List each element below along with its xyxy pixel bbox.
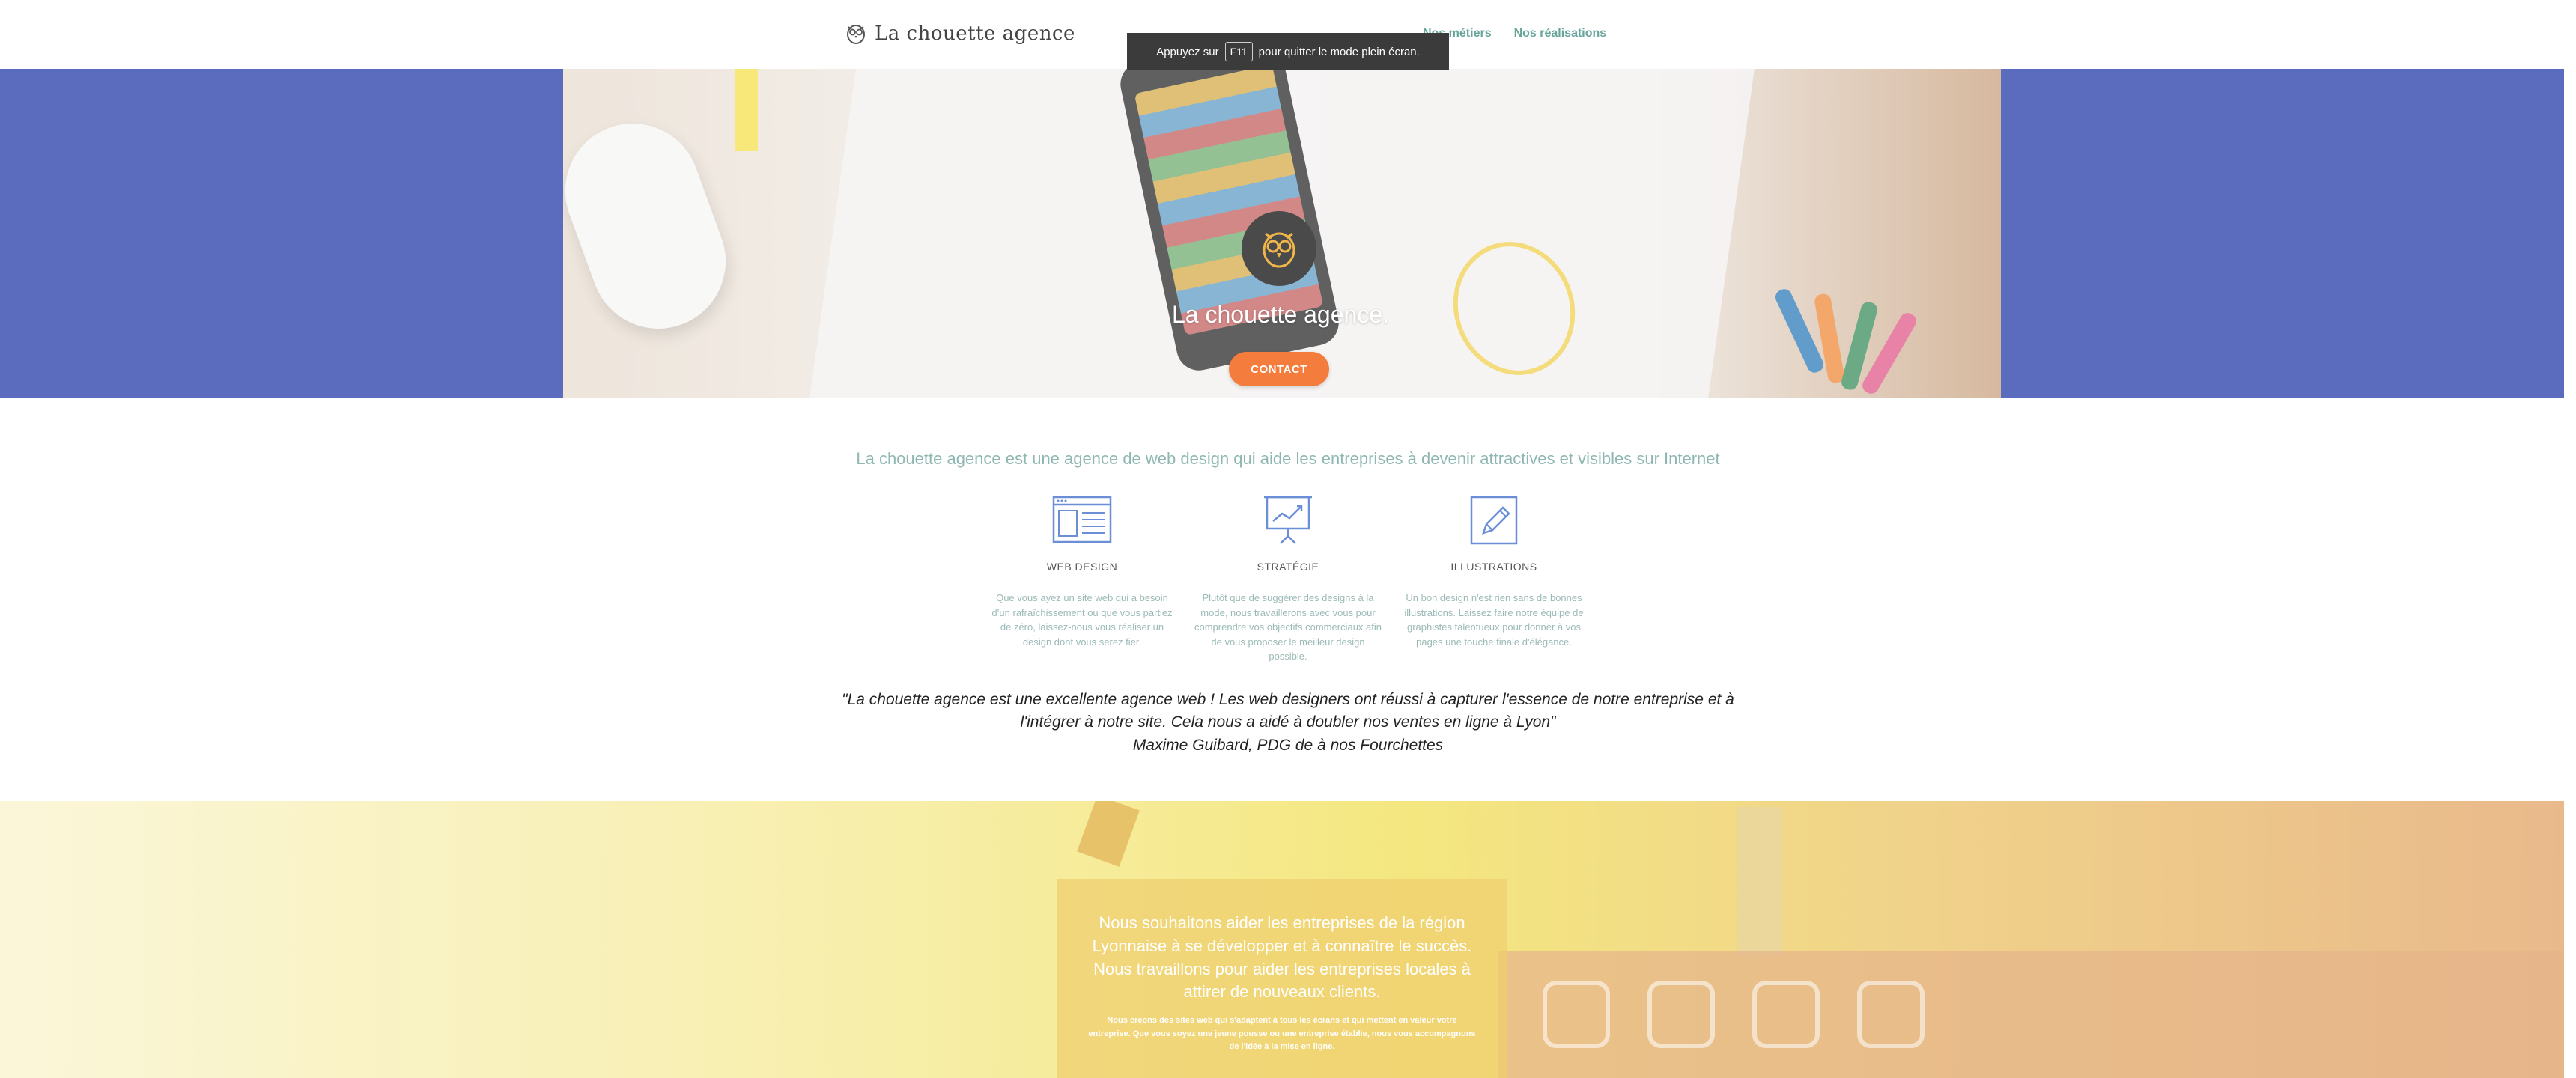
mission-title: Nous souhaitons aider les entreprises de…: [1092, 913, 1472, 1002]
owl-emblem-icon: [1242, 211, 1316, 286]
service-title: STRATÉGIE: [1257, 561, 1319, 573]
site-logo[interactable]: La chouette agence: [845, 22, 1075, 45]
main-nav: Nos métiers Nos réalisations: [1423, 27, 1606, 40]
pencil-drawing-icon: [1470, 496, 1518, 545]
logo-text: La chouette agence: [875, 22, 1075, 45]
service-strategie: STRATÉGIE Plutôt que de suggérer des des…: [1194, 494, 1382, 664]
pencil-decor: [1077, 801, 1140, 867]
service-web-design: WEB DESIGN Que vous ayez un site web qui…: [988, 494, 1176, 664]
testimonial-quote: "La chouette agence est une excellente a…: [842, 691, 1734, 731]
service-title: ILLUSTRATIONS: [1450, 561, 1537, 573]
mission-text: Nous créons des sites web qui s'adaptent…: [1088, 1016, 1476, 1052]
contact-button[interactable]: CONTACT: [1229, 352, 1329, 386]
owl-logo-icon: [847, 25, 865, 44]
testimonial-author: Maxime Guibard, PDG de à nos Fourchettes: [1132, 736, 1444, 754]
tooltip-text-before: Appuyez sur: [1156, 45, 1219, 58]
fullscreen-exit-tooltip: Appuyez sur F11 pour quitter le mode ple…: [1127, 33, 1449, 70]
mission-box: Nous souhaitons aider les entreprises de…: [1057, 879, 1507, 1078]
hero-section: La chouette agence. CONTACT: [0, 69, 2564, 398]
service-description: Plutôt que de suggérer des designs à la …: [1194, 592, 1382, 662]
mission-section: Nous souhaitons aider les entreprises de…: [0, 801, 2564, 1078]
f11-key-badge: F11: [1224, 42, 1253, 61]
presentation-chart-icon: [1264, 496, 1312, 544]
service-description: Un bon design n'est rien sans de bonnes …: [1404, 592, 1584, 648]
service-illustrations: ILLUSTRATIONS Un bon design n'est rien s…: [1400, 494, 1588, 664]
services-list: WEB DESIGN Que vous ayez un site web qui…: [988, 494, 1588, 664]
background-decor: [1737, 807, 1782, 957]
nav-link-realisations[interactable]: Nos réalisations: [1514, 27, 1607, 40]
hero-title: La chouette agence.: [1171, 301, 1389, 328]
testimonial: "La chouette agence est une excellente a…: [839, 689, 1737, 757]
service-title: WEB DESIGN: [1046, 561, 1118, 573]
service-description: Que vous ayez un site web qui a besoin d…: [991, 592, 1173, 648]
browser-window-icon: [1052, 496, 1112, 543]
tooltip-text-after: pour quitter le mode plein écran.: [1258, 45, 1420, 58]
phone-app-icons-decor: [1543, 981, 1925, 1048]
intro-text: La chouette agence est une agence de web…: [856, 449, 1720, 468]
